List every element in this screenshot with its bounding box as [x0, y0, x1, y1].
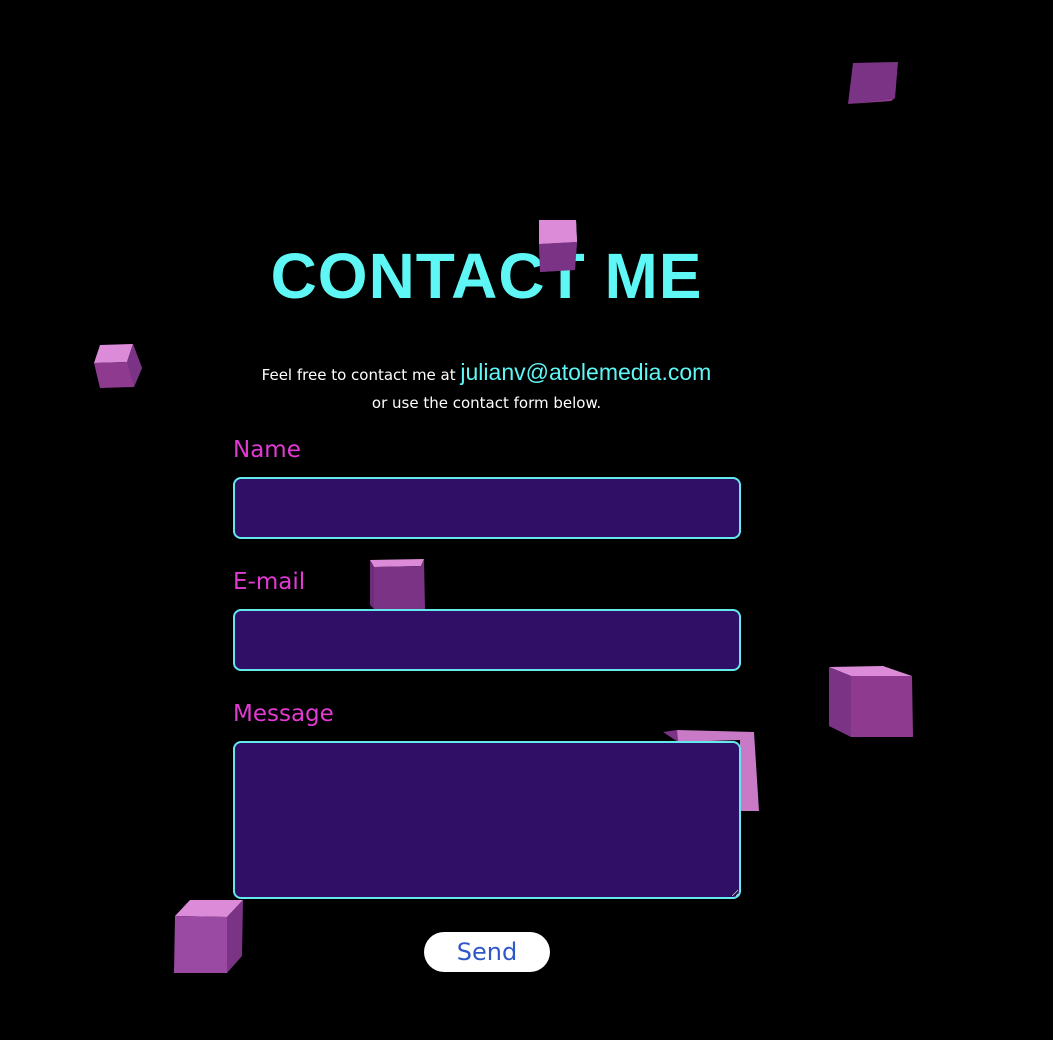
- name-field[interactable]: [233, 477, 741, 539]
- message-label: Message: [233, 701, 334, 727]
- message-field[interactable]: [233, 741, 741, 899]
- intro-prefix: Feel free to contact me at: [261, 366, 461, 384]
- email-label: E-mail: [233, 569, 306, 595]
- cube-icon: [826, 664, 916, 740]
- email-link[interactable]: julianv@atolemedia.com: [460, 359, 711, 385]
- send-button[interactable]: Send: [424, 932, 550, 972]
- name-label: Name: [233, 437, 301, 463]
- page-title: CONTACT ME: [270, 240, 703, 312]
- email-field[interactable]: [233, 609, 741, 671]
- cube-icon: [845, 60, 901, 106]
- cube-icon: [366, 557, 428, 611]
- cube-icon: [536, 218, 580, 274]
- cube-icon: [171, 898, 247, 976]
- contact-intro: Feel free to contact me at julianv@atole…: [0, 358, 973, 417]
- intro-suffix: or use the contact form below.: [371, 394, 602, 412]
